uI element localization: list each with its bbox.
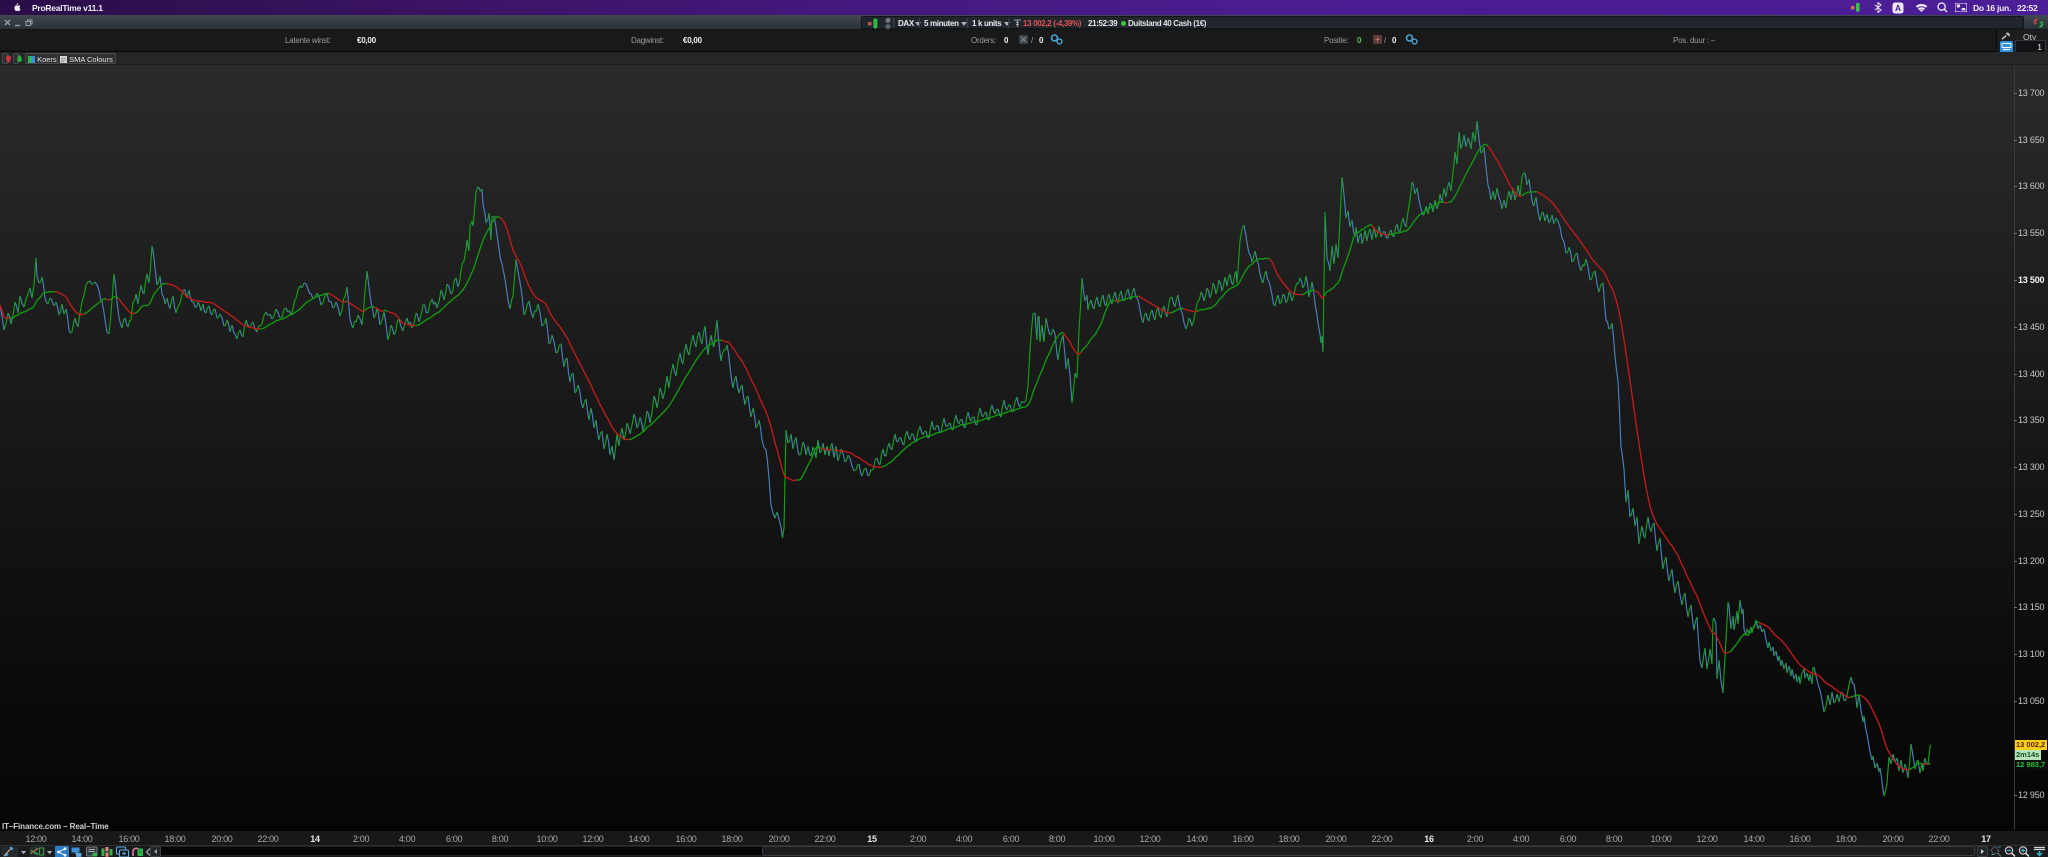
svg-text:A: A <box>1895 3 1901 13</box>
